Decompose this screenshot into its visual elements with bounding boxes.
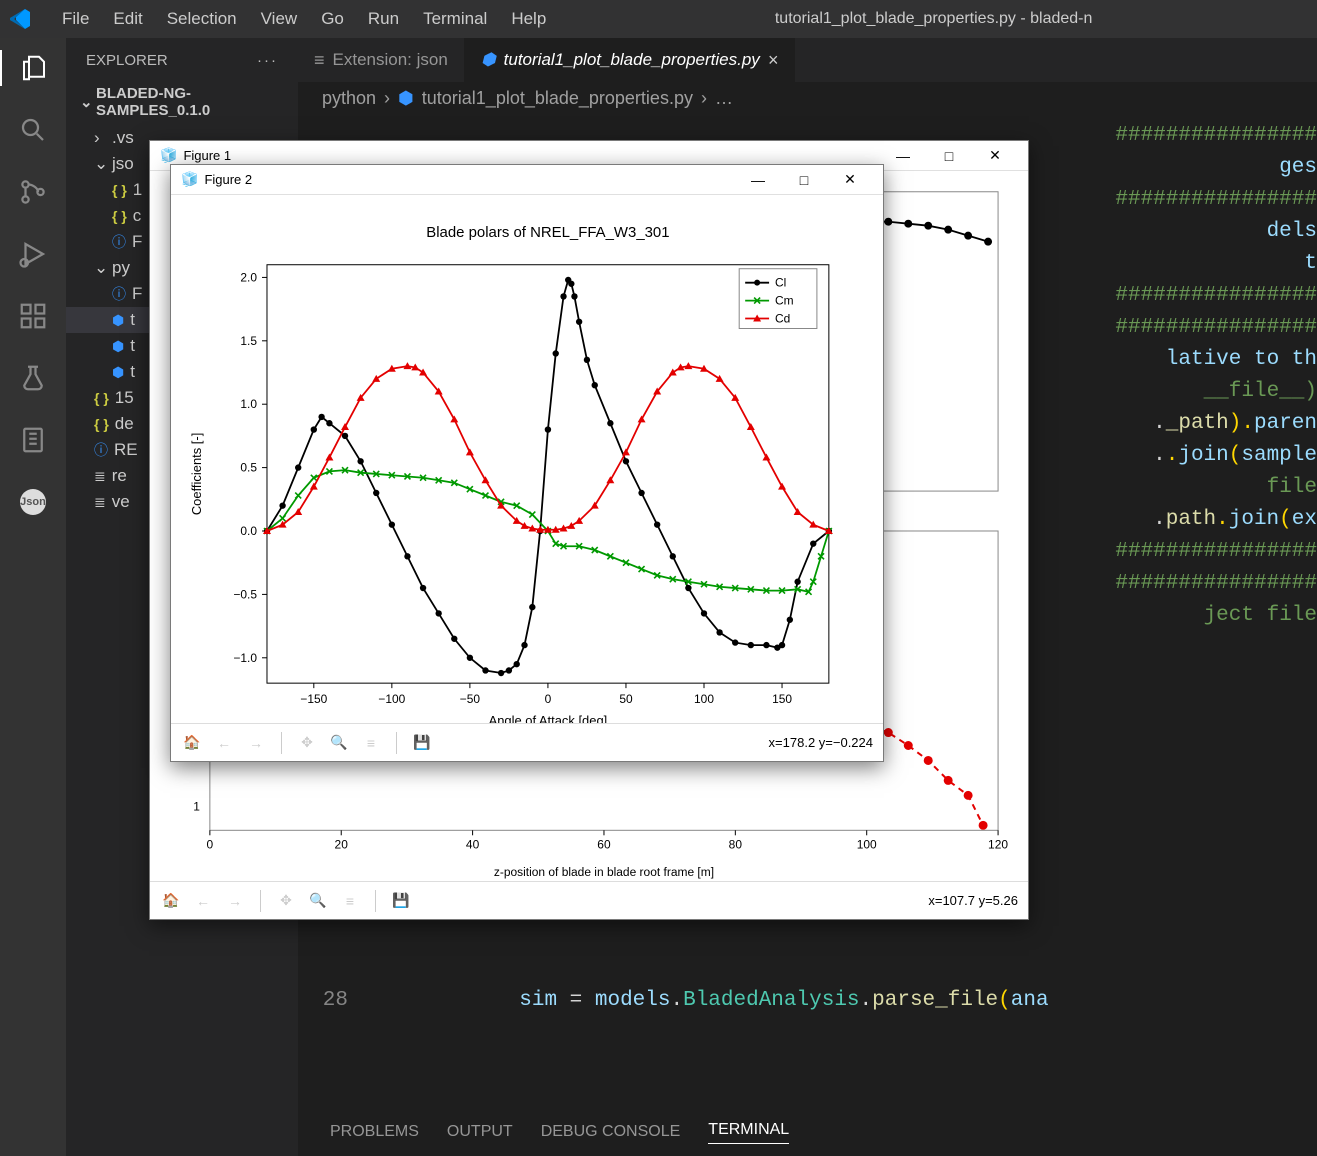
svg-text:z-position of blade in blade r: z-position of blade in blade root frame … — [494, 865, 714, 879]
svg-text:20: 20 — [335, 837, 349, 851]
testing-icon[interactable] — [15, 360, 51, 396]
svg-text:Cd: Cd — [775, 312, 790, 326]
svg-text:1.0: 1.0 — [240, 397, 257, 411]
menu-go[interactable]: Go — [309, 9, 356, 29]
pan-icon[interactable]: ✥ — [275, 890, 297, 912]
tab-tutorial1[interactable]: ⬢ tutorial1_plot_blade_properties.py × — [465, 38, 795, 82]
coords-readout: x=178.2 y=−0.224 — [769, 735, 873, 750]
editor-tabs: ≡ Extension: json ⬢ tutorial1_plot_blade… — [298, 38, 1317, 82]
settings-icon: ≡ — [314, 50, 325, 71]
minimize-icon[interactable]: — — [880, 148, 926, 164]
tab-extension-json[interactable]: ≡ Extension: json — [298, 38, 465, 82]
matplotlib-icon: 🧊 — [160, 147, 177, 164]
panel-output[interactable]: OUTPUT — [447, 1123, 513, 1141]
extensions-icon[interactable] — [15, 298, 51, 334]
titlebar: File Edit Selection View Go Run Terminal… — [0, 0, 1317, 38]
menu-terminal[interactable]: Terminal — [411, 9, 499, 29]
save-icon[interactable]: 💾 — [411, 732, 433, 754]
figure-2-titlebar[interactable]: 🧊 Figure 2 — □ ✕ — [171, 165, 883, 195]
sidebar-header: EXPLORER ··· — [66, 38, 298, 79]
svg-text:1: 1 — [193, 799, 200, 813]
window-title: tutorial1_plot_blade_properties.py - bla… — [558, 10, 1309, 28]
menu-file[interactable]: File — [50, 9, 101, 29]
svg-text:0.5: 0.5 — [240, 461, 257, 475]
svg-text:60: 60 — [597, 837, 611, 851]
activity-bar: Json — [0, 38, 66, 1156]
svg-text:−1.0: −1.0 — [233, 651, 257, 665]
svg-text:−0.5: −0.5 — [233, 587, 257, 601]
breadcrumb[interactable]: python › ⬢ tutorial1_plot_blade_properti… — [298, 82, 1317, 114]
svg-text:0.0: 0.0 — [240, 524, 257, 538]
svg-text:0: 0 — [545, 692, 552, 706]
svg-text:0: 0 — [207, 837, 214, 851]
svg-text:Angle of Attack [deg]: Angle of Attack [deg] — [489, 713, 608, 723]
forward-icon[interactable]: → — [224, 890, 246, 912]
zoom-icon[interactable]: 🔍 — [307, 890, 329, 912]
svg-text:40: 40 — [466, 837, 480, 851]
panel-terminal[interactable]: TERMINAL — [708, 1121, 789, 1144]
close-icon[interactable]: × — [768, 50, 779, 71]
forward-icon[interactable]: → — [245, 732, 267, 754]
chevron-right-icon: › — [701, 88, 707, 109]
source-control-icon[interactable] — [15, 174, 51, 210]
explorer-label: EXPLORER — [86, 52, 168, 69]
svg-text:120: 120 — [988, 837, 1008, 851]
svg-text:2.0: 2.0 — [240, 270, 257, 284]
panel-debug-console[interactable]: DEBUG CONSOLE — [541, 1123, 681, 1141]
svg-text:−50: −50 — [460, 692, 481, 706]
minimize-icon[interactable]: — — [735, 172, 781, 188]
svg-text:80: 80 — [729, 837, 743, 851]
figure-1-toolbar: 🏠 ← → ✥ 🔍 ≡ 💾 x=107.7 y=5.26 — [150, 881, 1028, 919]
menu-edit[interactable]: Edit — [101, 9, 154, 29]
svg-text:Coefficients [-]: Coefficients [-] — [189, 433, 204, 515]
close-icon[interactable]: ✕ — [827, 171, 873, 188]
menu-run[interactable]: Run — [356, 9, 411, 29]
menu-selection[interactable]: Selection — [155, 9, 249, 29]
panel-tabs: PROBLEMS OUTPUT DEBUG CONSOLE TERMINAL — [298, 1108, 1317, 1156]
coords-readout: x=107.7 y=5.26 — [928, 893, 1018, 908]
figure-2-canvas[interactable]: Blade polars of NREL_FFA_W3_301 −150 −100 −… — [171, 195, 883, 723]
svg-text:150: 150 — [772, 692, 792, 706]
search-icon[interactable] — [15, 112, 51, 148]
run-debug-icon[interactable] — [15, 236, 51, 272]
pan-icon[interactable]: ✥ — [296, 732, 318, 754]
svg-text:100: 100 — [857, 837, 877, 851]
maximize-icon[interactable]: □ — [781, 172, 827, 188]
svg-text:100: 100 — [694, 692, 714, 706]
notebook-icon[interactable] — [15, 422, 51, 458]
chevron-down-icon: ⌄ — [80, 93, 92, 111]
explorer-icon[interactable] — [0, 50, 66, 86]
save-icon[interactable]: 💾 — [390, 890, 412, 912]
svg-text:1.5: 1.5 — [240, 334, 257, 348]
chevron-right-icon: › — [384, 88, 390, 109]
python-file-icon: ⬢ — [398, 88, 414, 109]
vscode-logo-icon — [8, 7, 32, 31]
figure-2-toolbar: 🏠 ← → ✥ 🔍 ≡ 💾 x=178.2 y=−0.224 — [171, 723, 883, 761]
home-icon[interactable]: 🏠 — [160, 890, 182, 912]
back-icon[interactable]: ← — [213, 732, 235, 754]
panel-problems[interactable]: PROBLEMS — [330, 1123, 419, 1141]
configure-icon[interactable]: ≡ — [339, 890, 361, 912]
figure-2-window[interactable]: 🧊 Figure 2 — □ ✕ Blade polars of NREL_FF… — [170, 164, 884, 762]
svg-text:Blade polars of NREL_FFA_W3_30: Blade polars of NREL_FFA_W3_301 — [426, 224, 669, 241]
menu-help[interactable]: Help — [499, 9, 558, 29]
workspace-name[interactable]: ⌄ BLADED-NG-SAMPLES_0.1.0 — [66, 79, 298, 125]
configure-icon[interactable]: ≡ — [360, 732, 382, 754]
more-icon[interactable]: ··· — [257, 52, 278, 69]
svg-text:50: 50 — [619, 692, 633, 706]
svg-text:−150: −150 — [300, 692, 327, 706]
json-badge-icon[interactable]: Json — [15, 484, 51, 520]
svg-text:Cl: Cl — [775, 276, 786, 290]
home-icon[interactable]: 🏠 — [181, 732, 203, 754]
maximize-icon[interactable]: □ — [926, 148, 972, 164]
svg-text:−100: −100 — [378, 692, 405, 706]
back-icon[interactable]: ← — [192, 890, 214, 912]
close-icon[interactable]: ✕ — [972, 147, 1018, 164]
svg-text:Cm: Cm — [775, 294, 794, 308]
menu-view[interactable]: View — [249, 9, 310, 29]
zoom-icon[interactable]: 🔍 — [328, 732, 350, 754]
matplotlib-icon: 🧊 — [181, 171, 198, 188]
python-file-icon: ⬢ — [481, 50, 496, 70]
